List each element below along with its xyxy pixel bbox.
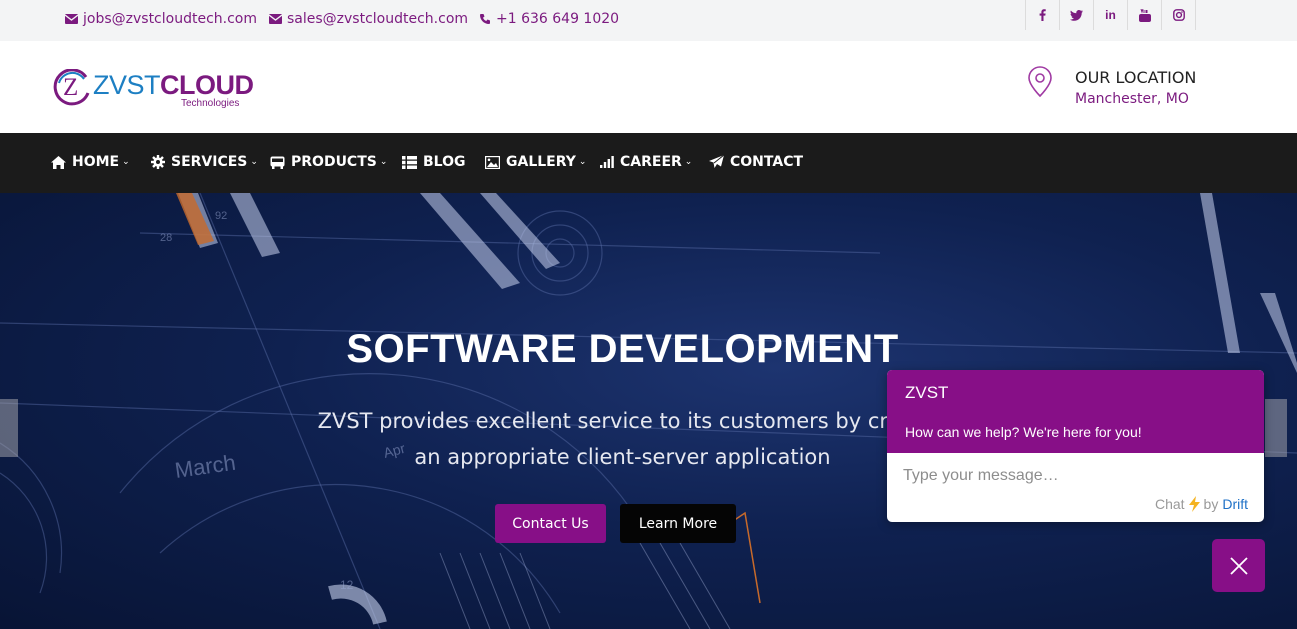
- chevron-down-icon: ⌄: [250, 157, 258, 167]
- jobs-email-text: jobs@zvstcloudtech.com: [83, 11, 257, 27]
- instagram-icon: [1172, 9, 1185, 21]
- chevron-down-icon: ⌄: [122, 157, 130, 167]
- phone-link[interactable]: +1 636 649 1020: [479, 11, 619, 27]
- chevron-down-icon: ⌄: [578, 157, 587, 167]
- bg-label-12: 12: [340, 578, 354, 592]
- home-icon: [51, 155, 66, 169]
- contact-us-button[interactable]: Contact Us: [495, 504, 606, 543]
- sales-email-text: sales@zvstcloudtech.com: [287, 11, 469, 27]
- chevron-down-icon: ⌄: [379, 157, 388, 167]
- paper-plane-icon: [709, 155, 724, 168]
- nav-label: CAREER: [620, 154, 682, 170]
- site-header: Z ZVSTCLOUD Technologies OUR LOCATION Ma…: [0, 41, 1297, 133]
- location-title: OUR LOCATION: [1075, 68, 1197, 87]
- logo-subtitle: Technologies: [181, 98, 240, 109]
- logo-mark-letter: Z: [63, 74, 79, 101]
- facebook-link[interactable]: [1026, 0, 1060, 30]
- twitter-link[interactable]: [1060, 0, 1094, 30]
- chat-help-text: How can we help? We're here for you!: [905, 424, 1142, 440]
- envelope-icon: [65, 14, 78, 24]
- hero-description: ZVST provides excellent service to its c…: [300, 403, 945, 475]
- logo-cloud: CLOUD: [160, 70, 254, 100]
- envelope-icon: [269, 14, 282, 24]
- chat-brand-by: by: [1203, 496, 1219, 512]
- linkedin-link[interactable]: in: [1094, 0, 1128, 30]
- instagram-link[interactable]: [1162, 0, 1196, 30]
- nav-label: HOME: [72, 154, 120, 170]
- location-block: OUR LOCATION Manchester, MO: [1026, 66, 1216, 112]
- bus-icon: [270, 156, 285, 169]
- site-logo[interactable]: Z ZVSTCLOUD Technologies: [53, 69, 254, 111]
- chat-branding[interactable]: Chat by Drift: [1155, 496, 1248, 512]
- nav-item-gallery[interactable]: GALLERY ⌄: [485, 154, 586, 170]
- nav-item-blog[interactable]: BLOG: [402, 154, 466, 170]
- chat-widget: ZVST How can we help? We're here for you…: [887, 370, 1264, 522]
- social-links: in: [1025, 0, 1196, 30]
- jobs-email-link[interactable]: jobs@zvstcloudtech.com: [65, 11, 257, 27]
- chat-header: ZVST How can we help? We're here for you…: [887, 370, 1264, 453]
- phone-text: +1 636 649 1020: [496, 11, 620, 27]
- close-icon: [1229, 556, 1248, 575]
- linkedin-icon: in: [1105, 8, 1116, 22]
- chevron-down-icon: ⌄: [684, 157, 693, 167]
- top-bar: jobs@zvstcloudtech.com sales@zvstcloudte…: [0, 0, 1297, 41]
- location-city: Manchester, MO: [1075, 91, 1189, 107]
- slider-prev-arrow[interactable]: [0, 399, 18, 457]
- learn-more-button[interactable]: Learn More: [620, 504, 736, 543]
- logo-wordmark: ZVSTCLOUD: [93, 70, 254, 101]
- twitter-icon: [1070, 9, 1083, 21]
- signal-icon: [600, 156, 614, 168]
- nav-item-contact[interactable]: CONTACT: [709, 154, 803, 170]
- chat-company-name: ZVST: [905, 383, 949, 402]
- hero-title: SOFTWARE DEVELOPMENT: [346, 327, 899, 371]
- chat-close-button[interactable]: [1212, 539, 1265, 592]
- nav-item-career[interactable]: CAREER ⌄: [600, 154, 692, 170]
- map-pin-icon: [1028, 66, 1052, 98]
- youtube-icon: [1138, 8, 1151, 22]
- logo-zvst: ZVST: [93, 70, 161, 100]
- nav-item-services[interactable]: SERVICES ⌄: [151, 154, 258, 170]
- image-icon: [485, 155, 500, 169]
- nav-label: SERVICES: [171, 154, 248, 170]
- gear-icon: [151, 155, 165, 169]
- nav-item-products[interactable]: PRODUCTS ⌄: [270, 154, 387, 170]
- phone-icon: [480, 14, 490, 24]
- hero-description-line2: an appropriate client-server application: [414, 445, 831, 469]
- slider-next-arrow[interactable]: [1265, 399, 1287, 457]
- hero-description-line1: ZVST provides excellent service to its c…: [317, 409, 928, 433]
- nav-label: CONTACT: [730, 154, 804, 170]
- sales-email-link[interactable]: sales@zvstcloudtech.com: [269, 11, 468, 27]
- youtube-link[interactable]: [1128, 0, 1162, 30]
- chat-message-input[interactable]: [903, 464, 1243, 488]
- main-nav: HOME ⌄ SERVICES ⌄ PRODUCTS ⌄ BLOG GALLERY ⌄ …: [0, 133, 1297, 193]
- list-icon: [402, 155, 417, 169]
- lightning-icon: [1188, 496, 1200, 512]
- bg-label-92: 92: [215, 210, 227, 222]
- bg-label-month: March: [173, 450, 237, 483]
- chat-brand-drift: Drift: [1222, 496, 1248, 512]
- nav-label: BLOG: [423, 154, 466, 170]
- bg-label-28: 28: [160, 232, 172, 244]
- chat-brand-chat: Chat: [1154, 496, 1185, 512]
- nav-label: GALLERY: [506, 154, 576, 170]
- facebook-icon: [1039, 9, 1046, 21]
- nav-label: PRODUCTS: [291, 154, 377, 170]
- nav-item-home[interactable]: HOME ⌄: [51, 154, 130, 170]
